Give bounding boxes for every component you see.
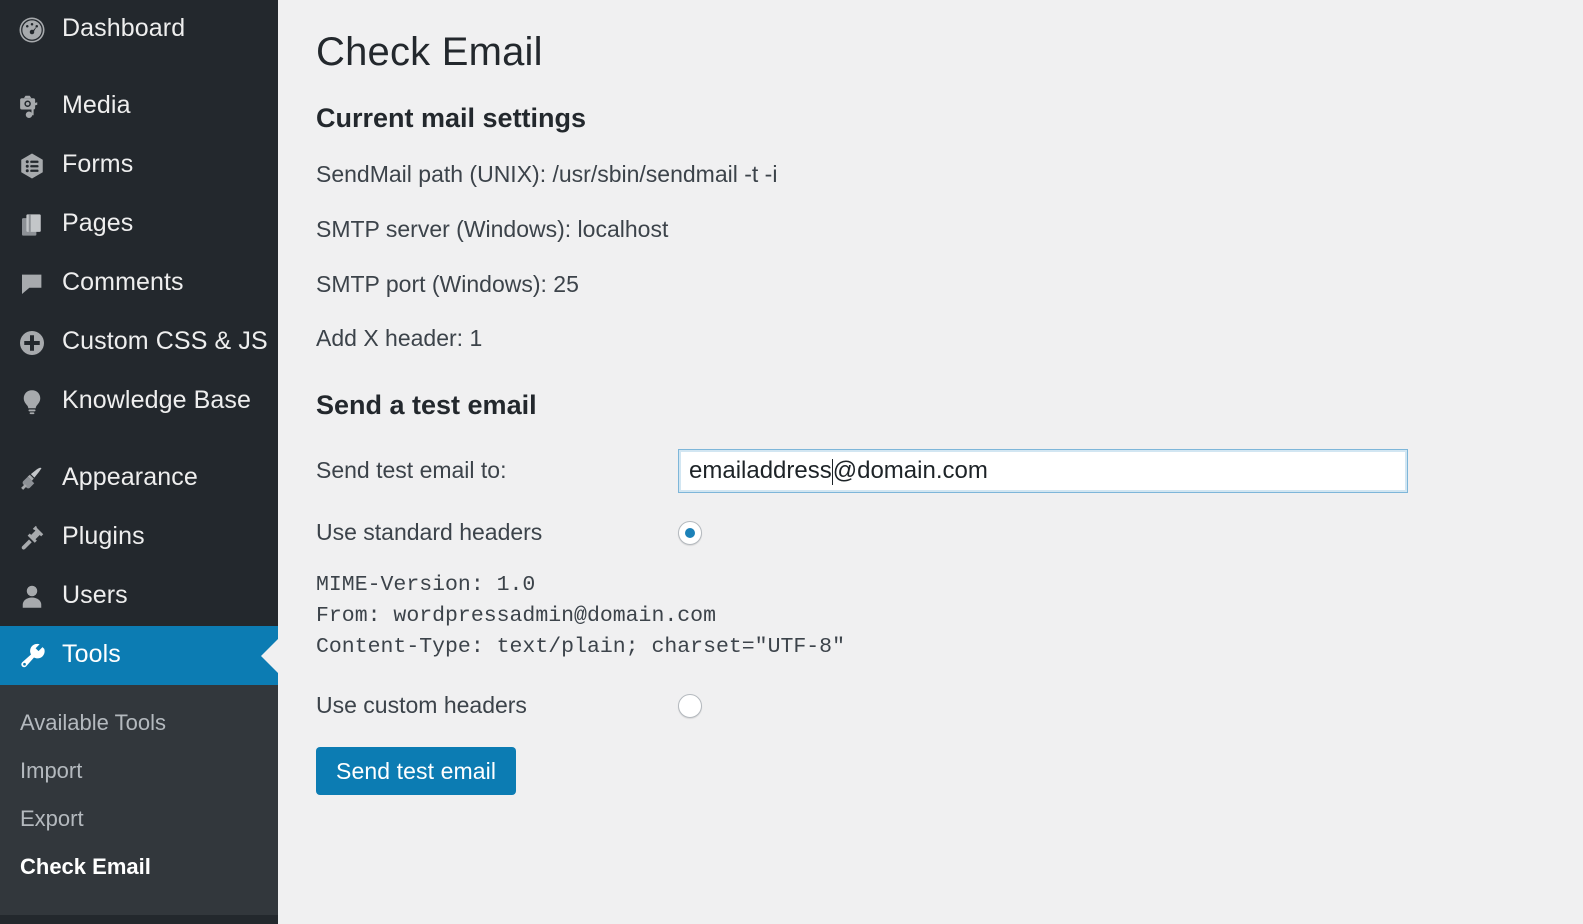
plug-icon [14,520,50,556]
sidebar-item-dashboard[interactable]: Dashboard [0,0,278,59]
text-caret [831,459,833,486]
submenu-item-import[interactable]: Import [0,747,278,795]
send-test-email-to-row: Send test email to: emailaddress @domain.… [316,449,1583,494]
setting-smtp-server: SMTP server (Windows): localhost [316,215,669,242]
sidebar-item-knowledge-base[interactable]: Knowledge Base [0,372,278,431]
standard-headers-radio[interactable] [678,521,702,546]
sidebar-item-appearance[interactable]: Appearance [0,449,278,508]
sidebar-item-custom-css-js[interactable]: Custom CSS & JS [0,313,278,372]
sidebar-item-tools[interactable]: Tools [0,626,278,685]
submenu-item-export[interactable]: Export [0,795,278,843]
lightbulb-icon [14,384,50,420]
email-input[interactable]: emailaddress @domain.com [678,449,1408,494]
plus-circle-icon [14,325,50,361]
user-icon [14,579,50,615]
pages-icon [14,207,50,243]
page-title: Check Email [316,30,543,74]
radio-dot-icon [685,528,695,539]
sidebar-item-label: Pages [62,209,134,237]
custom-headers-label: Use custom headers [316,692,527,719]
setting-sendmail-path: SendMail path (UNIX): /usr/sbin/sendmail… [316,161,778,188]
wrench-icon [14,638,50,674]
sidebar-item-label: Comments [62,268,184,296]
sidebar-item-label: Media [62,91,131,119]
email-input-value-before-caret: emailaddress [689,457,832,485]
sidebar-item-media[interactable]: Media [0,77,278,136]
sidebar-item-plugins[interactable]: Plugins [0,508,278,567]
wordpress-admin-screen: Dashboard Media Forms Pages Comments Cus… [0,0,1583,924]
sidebar-item-comments[interactable]: Comments [0,254,278,313]
admin-sidebar: Dashboard Media Forms Pages Comments Cus… [0,0,278,924]
email-input-value-after-caret: @domain.com [832,457,988,485]
forms-icon [14,148,50,184]
sidebar-item-label: Forms [62,150,134,178]
sidebar-item-label: Custom CSS & JS [62,327,268,355]
submenu-item-available-tools[interactable]: Available Tools [0,699,278,747]
custom-headers-row: Use custom headers [316,691,1583,721]
sidebar-item-forms[interactable]: Forms [0,136,278,195]
sidebar-item-label: Knowledge Base [62,386,252,414]
dashboard-icon [14,12,50,48]
sidebar-item-pages[interactable]: Pages [0,195,278,254]
comments-icon [14,266,50,302]
standard-headers-text: MIME-Version: 1.0 From: wordpressadmin@d… [316,573,845,660]
tools-submenu: Available Tools Import Export Check Emai… [0,685,278,915]
sidebar-item-label: Dashboard [62,14,186,42]
send-test-email-heading: Send a test email [316,389,537,420]
current-mail-settings-heading: Current mail settings [316,103,587,133]
send-test-email-button[interactable]: Send test email [316,747,517,796]
standard-headers-label: Use standard headers [316,519,543,546]
sidebar-item-users[interactable]: Users [0,567,278,626]
sidebar-item-label: Tools [62,640,121,668]
submenu-item-check-email[interactable]: Check Email [0,843,278,891]
setting-add-x-header: Add X header: 1 [316,325,483,352]
sidebar-item-label: Users [62,581,128,609]
main-content: Check Email Current mail settings SendMa… [278,0,1583,924]
media-icon [14,89,50,125]
sidebar-item-label: Appearance [62,463,198,491]
active-menu-arrow-icon [261,638,278,673]
send-test-email-to-label: Send test email to: [316,457,507,484]
custom-headers-radio[interactable] [678,694,702,719]
setting-smtp-port: SMTP port (Windows): 25 [316,270,579,297]
sidebar-item-label: Plugins [62,522,145,550]
paintbrush-icon [14,461,50,497]
standard-headers-row: Use standard headers [316,518,1583,548]
